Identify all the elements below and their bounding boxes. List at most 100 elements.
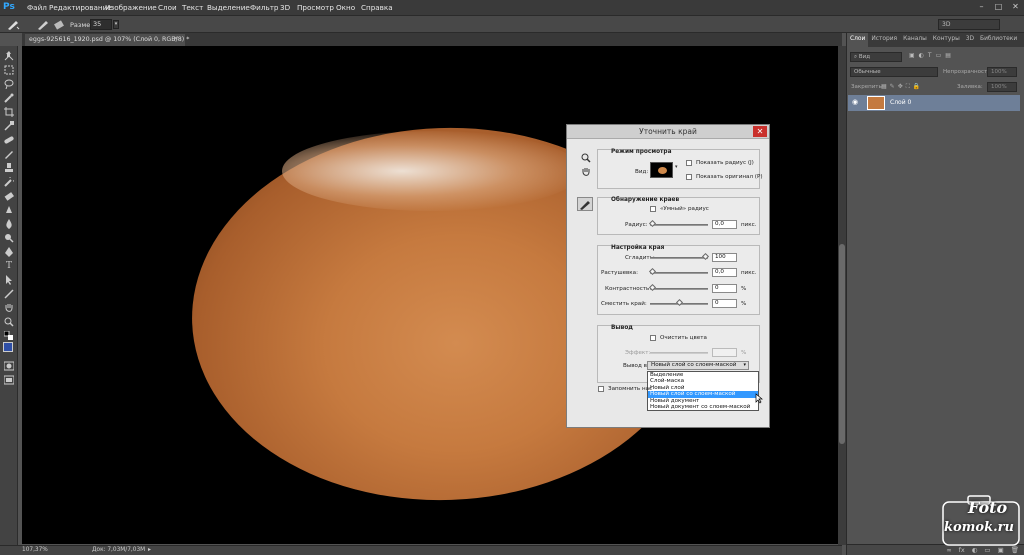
edge-detection-group: Обнаружение краев «Умный» радиус Радиус:… <box>597 197 760 235</box>
layer-filter-select[interactable]: ⌕ Вид <box>850 52 902 62</box>
output-title: Вывод <box>611 325 633 331</box>
type-tool-icon[interactable]: T <box>3 260 15 271</box>
remember-settings-label: Запомнить нас <box>608 386 653 392</box>
tab-3d[interactable]: 3D <box>963 33 977 47</box>
amount-label: Эффект: <box>625 350 651 356</box>
edge-detection-title: Обнаружение краев <box>611 197 680 203</box>
amount-input <box>712 348 737 357</box>
show-radius-checkbox[interactable] <box>686 160 692 166</box>
feather-input[interactable]: 0,0 <box>712 268 737 277</box>
maximize-button[interactable]: □ <box>990 0 1007 12</box>
lasso-tool-icon[interactable] <box>3 78 15 89</box>
opacity-input[interactable]: 100% <box>987 67 1017 77</box>
chevron-down-icon[interactable]: ▾ <box>675 164 678 170</box>
smooth-input[interactable]: 100 <box>712 253 737 262</box>
workspace-select[interactable]: 3D <box>938 19 1000 30</box>
zoom-level[interactable]: 107,37% <box>22 547 48 553</box>
blend-mode-select[interactable]: Обычные <box>850 67 938 77</box>
output-to-select[interactable]: Новый слой со слоем-маской ▾ <box>647 361 749 370</box>
hand-tool-icon[interactable] <box>3 302 15 313</box>
menu-select[interactable]: Выделение <box>207 3 250 12</box>
clone-stamp-tool-icon[interactable] <box>3 162 15 173</box>
option-new-document-with-mask[interactable]: Новый документ со слоем-маской <box>648 404 758 410</box>
dodge-tool-icon[interactable] <box>3 232 15 243</box>
menu-layers[interactable]: Слои <box>158 3 177 12</box>
layer-thumbnail <box>867 96 885 110</box>
eraser-tool-icon[interactable] <box>3 190 15 201</box>
scrollbar-thumb[interactable] <box>839 244 845 444</box>
contrast-input[interactable]: 0 <box>712 284 737 293</box>
quick-selection-tool-icon[interactable] <box>3 92 15 103</box>
eyedropper-tool-icon[interactable] <box>3 120 15 131</box>
minimize-button[interactable]: – <box>973 0 990 12</box>
view-label: Вид: <box>635 169 649 175</box>
filter-pixel-icon[interactable]: ▣ <box>909 52 915 62</box>
default-colors-icon[interactable] <box>3 330 15 341</box>
tab-channels[interactable]: Каналы <box>900 33 930 47</box>
tab-libraries[interactable]: Библиотеки <box>977 33 1020 47</box>
show-original-checkbox[interactable] <box>686 174 692 180</box>
blur-tool-icon[interactable] <box>3 218 15 229</box>
foreground-color-swatch[interactable] <box>3 342 13 352</box>
hand-tool-icon[interactable] <box>581 167 591 177</box>
document-tab[interactable]: eggs-925616_1920.psd @ 107% (Слой 0, RGB… <box>25 34 189 46</box>
brush-preset-icon[interactable] <box>6 19 20 30</box>
menu-window[interactable]: Окно <box>336 3 355 12</box>
layer-name[interactable]: Слой 0 <box>890 99 911 106</box>
screen-mode-icon[interactable] <box>3 374 15 385</box>
status-arrow-icon[interactable]: ▸ <box>148 546 151 553</box>
vertical-scrollbar[interactable] <box>838 46 846 545</box>
zoom-tool-icon[interactable] <box>3 316 15 327</box>
crop-tool-icon[interactable] <box>3 106 15 117</box>
dialog-close-button[interactable]: ✕ <box>753 126 767 137</box>
tab-layers[interactable]: Слои <box>847 33 869 47</box>
menu-help[interactable]: Справка <box>361 3 393 12</box>
remember-settings-checkbox[interactable] <box>598 386 604 392</box>
smooth-slider[interactable] <box>650 257 708 259</box>
menu-file[interactable]: Файл <box>27 3 47 12</box>
chevron-down-icon[interactable]: ▾ <box>113 20 119 29</box>
gradient-tool-icon[interactable] <box>3 204 15 215</box>
close-window-button[interactable]: ✕ <box>1007 0 1024 12</box>
brush-tool-icon[interactable] <box>3 148 15 159</box>
menu-filter[interactable]: Фильтр <box>250 3 278 12</box>
decontaminate-checkbox[interactable] <box>650 335 656 341</box>
brush-size-input[interactable]: 35 <box>90 19 112 30</box>
smart-radius-checkbox[interactable] <box>650 206 656 212</box>
healing-brush-tool-icon[interactable] <box>3 134 15 145</box>
filter-shape-icon[interactable]: ▭ <box>936 52 942 62</box>
erase-refinements-icon[interactable] <box>53 19 65 30</box>
radius-input[interactable]: 0,0 <box>712 220 737 229</box>
zoom-tool-icon[interactable] <box>581 153 591 163</box>
view-thumbnail[interactable] <box>650 162 673 178</box>
marquee-tool-icon[interactable] <box>3 64 15 75</box>
filter-smart-icon[interactable]: ▤ <box>945 52 951 62</box>
filter-type-icon[interactable]: T <box>928 52 932 62</box>
feather-slider[interactable] <box>650 272 708 274</box>
fill-input[interactable]: 100% <box>987 82 1017 92</box>
contrast-slider[interactable] <box>650 288 708 290</box>
menu-view[interactable]: Просмотр <box>297 3 334 12</box>
quick-mask-icon[interactable] <box>3 360 15 371</box>
pen-tool-icon[interactable] <box>3 246 15 257</box>
refine-radius-tool-button[interactable] <box>577 197 593 211</box>
tab-paths[interactable]: Контуры <box>930 33 963 47</box>
move-tool-icon[interactable] <box>3 50 15 61</box>
path-selection-tool-icon[interactable] <box>3 274 15 285</box>
menu-3d[interactable]: 3D <box>280 3 290 12</box>
menu-image[interactable]: Изображение <box>105 3 157 12</box>
menu-type[interactable]: Текст <box>182 3 203 12</box>
feather-unit: пикс. <box>741 270 757 276</box>
refine-brush-icon[interactable] <box>37 19 49 30</box>
tab-history[interactable]: История <box>868 33 900 47</box>
radius-slider[interactable] <box>650 224 708 226</box>
lock-icons[interactable]: ▦✎✥⛶🔒 <box>881 83 923 91</box>
close-tab-icon[interactable]: × <box>173 34 178 42</box>
shift-edge-input[interactable]: 0 <box>712 299 737 308</box>
filter-adjust-icon[interactable]: ◐ <box>919 52 924 62</box>
menu-edit[interactable]: Редактирование <box>49 3 112 12</box>
history-brush-tool-icon[interactable] <box>3 176 15 187</box>
eye-icon[interactable]: ◉ <box>852 98 858 106</box>
layer-row[interactable]: ◉ Слой 0 <box>848 95 1020 111</box>
line-tool-icon[interactable] <box>3 288 15 299</box>
